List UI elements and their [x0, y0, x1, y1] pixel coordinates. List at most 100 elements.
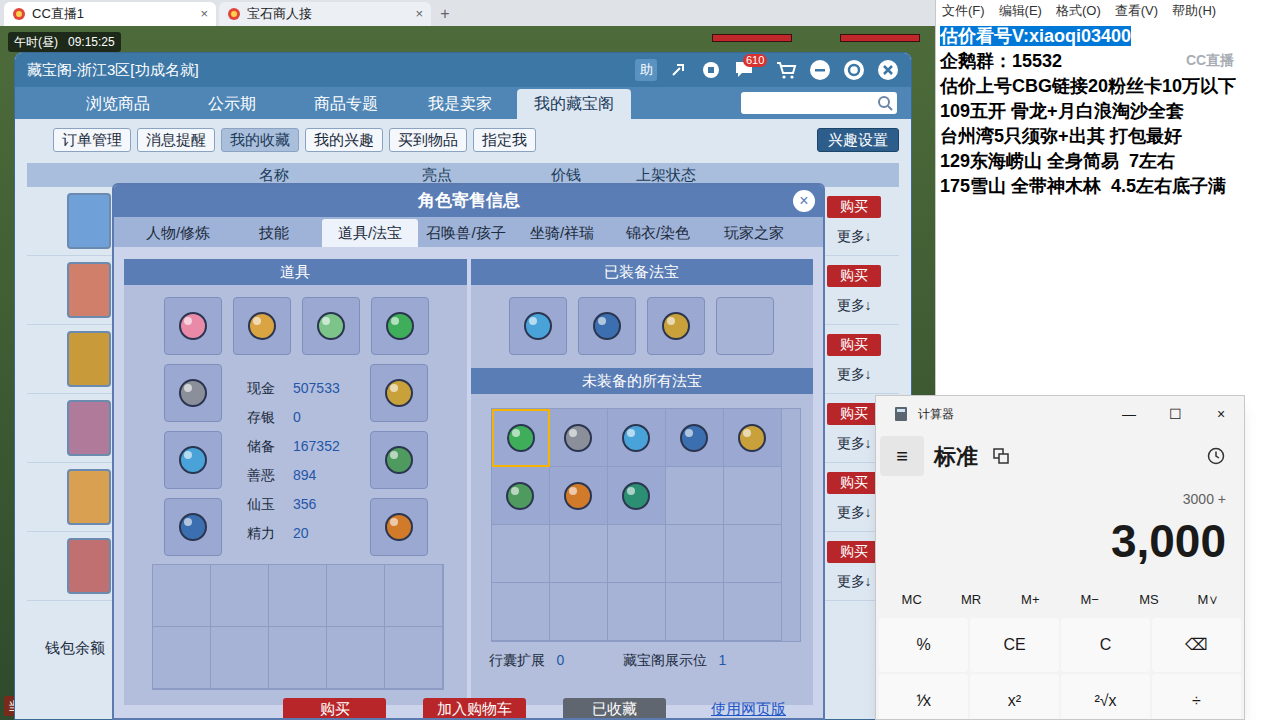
dialog-button[interactable]: 购买	[283, 698, 386, 720]
gear-icon[interactable]	[843, 59, 865, 81]
memory-button[interactable]: MC	[882, 590, 941, 610]
inventory-slot[interactable]	[269, 565, 327, 627]
buy-button[interactable]: 购买	[827, 403, 881, 425]
window-control[interactable]: ☐	[1152, 396, 1198, 432]
dialog-tab[interactable]: 锦衣/染色	[610, 219, 706, 247]
sub-tab[interactable]: 买到物品	[389, 128, 467, 153]
buy-button[interactable]: 购买	[827, 472, 881, 494]
search-icon[interactable]	[877, 95, 893, 111]
buy-button[interactable]: 购买	[827, 196, 881, 218]
item-slot[interactable]	[164, 431, 222, 489]
main-tab[interactable]: 浏览商品	[61, 89, 175, 119]
calculator-key[interactable]: ²√x	[1061, 674, 1150, 720]
memory-button[interactable]: MR	[941, 590, 1000, 610]
more-button[interactable]: 更多↓	[827, 433, 881, 454]
inventory-slot[interactable]	[153, 565, 211, 627]
fabao-slot[interactable]	[724, 583, 782, 641]
item-slot[interactable]	[509, 297, 567, 355]
fabao-slot[interactable]	[666, 467, 724, 525]
item-slot[interactable]	[647, 297, 705, 355]
fabao-slot[interactable]	[666, 525, 724, 583]
minimize-icon[interactable]	[809, 59, 831, 81]
more-button[interactable]: 更多↓	[827, 226, 881, 247]
item-slot[interactable]	[164, 364, 222, 422]
dialog-tab[interactable]: 人物/修炼	[130, 219, 226, 247]
fabao-slot[interactable]	[550, 467, 608, 525]
fabao-slot[interactable]	[724, 525, 782, 583]
main-tab[interactable]: 我是卖家	[403, 89, 517, 119]
fabao-slot[interactable]	[550, 409, 608, 467]
memory-button[interactable]: M+	[1001, 590, 1060, 610]
inventory-slot[interactable]	[269, 627, 327, 689]
calculator-key[interactable]: ⌫	[1152, 618, 1241, 672]
help-button[interactable]: 助	[635, 59, 657, 81]
memory-button[interactable]: M∨	[1179, 590, 1238, 610]
menu-item[interactable]: 查看(V)	[1115, 1, 1158, 21]
keep-on-top-icon[interactable]	[992, 447, 1010, 465]
item-slot[interactable]	[370, 364, 428, 422]
item-slot[interactable]	[578, 297, 636, 355]
dialog-tab[interactable]: 道具/法宝	[322, 219, 418, 247]
fabao-slot[interactable]	[492, 467, 550, 525]
buy-button[interactable]: 购买	[827, 334, 881, 356]
item-slot[interactable]	[233, 297, 291, 355]
dialog-tab[interactable]: 召唤兽/孩子	[418, 219, 514, 247]
menu-item[interactable]: 帮助(H)	[1172, 1, 1216, 21]
fabao-slot[interactable]	[550, 525, 608, 583]
item-slot[interactable]	[164, 297, 222, 355]
more-button[interactable]: 更多↓	[827, 295, 881, 316]
share-icon[interactable]	[669, 60, 689, 80]
inventory-slot[interactable]	[211, 565, 269, 627]
cart-icon[interactable]	[775, 60, 797, 80]
web-version-link[interactable]: 使用网页版	[711, 698, 786, 720]
menu-item[interactable]: 文件(F)	[942, 1, 985, 21]
calculator-key[interactable]: C	[1061, 618, 1150, 672]
item-slot[interactable]	[370, 431, 428, 489]
browser-tab[interactable]: CC直播1×	[4, 2, 216, 26]
main-tab[interactable]: 我的藏宝阁	[517, 89, 631, 119]
dialog-tab[interactable]: 技能	[226, 219, 322, 247]
history-icon[interactable]	[1206, 446, 1226, 466]
tab-close-button[interactable]: ×	[200, 4, 208, 24]
sub-tab[interactable]: 指定我	[473, 128, 536, 153]
fabao-slot[interactable]	[608, 525, 666, 583]
fabao-slot[interactable]	[724, 409, 782, 467]
dialog-button[interactable]: 已收藏	[563, 698, 666, 720]
more-button[interactable]: 更多↓	[827, 364, 881, 385]
search-field[interactable]	[741, 92, 897, 114]
buy-button[interactable]: 购买	[827, 265, 881, 287]
main-tab[interactable]: 商品专题	[289, 89, 403, 119]
fabao-slot[interactable]	[724, 467, 782, 525]
inventory-slot[interactable]	[385, 627, 443, 689]
more-button[interactable]: 更多↓	[827, 571, 881, 592]
inventory-slot[interactable]	[327, 627, 385, 689]
item-slot[interactable]	[302, 297, 360, 355]
new-tab-button[interactable]: +	[434, 2, 456, 26]
menu-item[interactable]: 格式(O)	[1056, 1, 1101, 21]
item-slot[interactable]	[716, 297, 774, 355]
more-button[interactable]: 更多↓	[827, 502, 881, 523]
notepad-text[interactable]: 估价看号V:xiaoqi03400企鹅群：15532估价上号CBG链接20粉丝卡…	[936, 22, 1280, 199]
buy-button[interactable]: 购买	[827, 541, 881, 563]
dialog-tab[interactable]: 玩家之家	[706, 219, 802, 247]
sub-tab[interactable]: 我的收藏	[221, 128, 299, 153]
browser-tab[interactable]: 宝石商人接×	[219, 2, 431, 26]
fabao-slot[interactable]	[608, 583, 666, 641]
item-slot[interactable]	[371, 297, 429, 355]
menu-button[interactable]: ≡	[880, 436, 924, 476]
item-slot[interactable]	[164, 498, 222, 556]
calculator-key[interactable]: ⅟x	[879, 674, 968, 720]
inventory-slot[interactable]	[327, 565, 385, 627]
tab-close-button[interactable]: ×	[415, 4, 423, 24]
item-slot[interactable]	[370, 498, 428, 556]
fabao-slot[interactable]	[666, 583, 724, 641]
interest-settings-button[interactable]: 兴趣设置	[817, 128, 899, 153]
inventory-slot[interactable]	[385, 565, 443, 627]
inventory-slot[interactable]	[211, 627, 269, 689]
fabao-slot[interactable]	[666, 409, 724, 467]
chat-button[interactable]: 610	[733, 59, 763, 81]
fabao-slot[interactable]	[492, 409, 550, 467]
fabao-slot[interactable]	[492, 525, 550, 583]
menu-item[interactable]: 编辑(E)	[999, 1, 1042, 21]
calculator-key[interactable]: CE	[970, 618, 1059, 672]
